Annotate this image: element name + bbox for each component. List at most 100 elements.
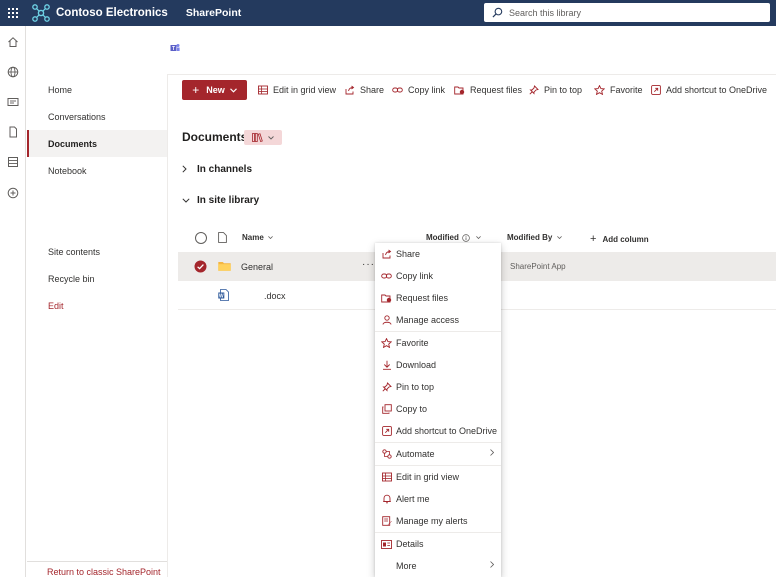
globe-icon[interactable] [6,65,20,79]
pin-to-top-button[interactable]: Pin to top [529,83,582,97]
chevron-down-icon [268,135,274,140]
copy-icon [381,404,392,415]
menu-item-alert-me[interactable]: Alert me [375,488,501,510]
teams-icon[interactable]: T [170,43,180,53]
nav-item-conversations[interactable]: Conversations [27,103,167,130]
file-icon[interactable] [6,125,20,139]
list-icon[interactable] [6,155,20,169]
file-type-icon[interactable] [218,232,227,243]
favorite-button[interactable]: Favorite [594,83,643,97]
suite-bar: Contoso Electronics SharePoint [0,0,776,26]
add-icon[interactable] [6,186,20,200]
menu-item-request-files[interactable]: Request files [375,287,501,309]
add-column-label: Add column [602,234,649,244]
menu-item-label: Copy link [396,271,434,281]
return-classic-link[interactable]: Return to classic SharePoint [27,561,167,577]
menu-item-label: Manage my alerts [396,516,468,526]
edit-grid-view-button[interactable]: Edit in grid view [258,83,336,97]
menu-item-download[interactable]: Download [375,354,501,376]
nav-item-documents[interactable]: Documents [27,130,167,157]
search-box[interactable] [484,3,770,22]
select-all-checkbox[interactable] [195,232,207,244]
menu-item-label: Share [396,249,421,259]
bell-icon [381,494,392,505]
menu-item-spacer [381,561,392,572]
chevron-down-icon [557,236,563,239]
library-icon [252,133,263,142]
app-name[interactable]: SharePoint [186,7,241,19]
star-icon [381,338,392,349]
nav-item-notebook[interactable]: Notebook [27,157,167,184]
share-label: Share [360,85,385,95]
link-icon [392,87,403,93]
menu-item-add-shortcut[interactable]: Add shortcut to OneDrive [375,420,501,442]
edit-grid-view-label: Edit in grid view [273,85,337,95]
nav-edit-link[interactable]: Edit [27,292,167,319]
request-files-button[interactable]: Request files [454,83,522,97]
download-icon [381,360,392,371]
chevron-down-icon [476,236,481,239]
view-switcher[interactable] [244,130,282,145]
menu-item-automate[interactable]: Automate [375,443,501,465]
home-icon[interactable] [6,35,20,49]
add-shortcut-button[interactable]: Add shortcut to OneDrive [651,83,767,97]
pin-icon [381,382,392,393]
row-name[interactable]: General [241,262,273,272]
menu-item-manage-alerts[interactable]: Manage my alerts [375,510,501,532]
row-modified-by: SharePoint App [510,262,566,271]
row-selected-check-icon[interactable] [194,260,207,273]
brand-name[interactable]: Contoso Electronics [56,7,168,19]
chevron-right-icon [182,165,187,173]
group-label: In site library [197,194,260,206]
column-header-name[interactable]: Name [242,233,273,242]
nav-item-site-contents[interactable]: Site contents [27,238,167,265]
automate-icon [381,449,392,460]
menu-item-edit-grid-view[interactable]: Edit in grid view [375,466,501,488]
new-button-label: New [206,85,225,95]
column-header-modified-by[interactable]: Modified By [507,233,563,242]
news-icon[interactable] [6,95,20,109]
more-actions-icon[interactable]: ··· [362,259,375,270]
plus-icon: + [590,233,597,245]
group-header-in-site-library[interactable]: In site library [182,192,259,208]
app-launcher-icon[interactable] [0,0,26,26]
folder-icon [218,262,231,271]
person-icon [381,315,392,326]
nav-item-recycle-bin[interactable]: Recycle bin [27,265,167,292]
grid-icon [381,472,392,483]
star-icon [594,85,605,95]
menu-item-pin-to-top[interactable]: Pin to top [375,376,501,398]
menu-item-share[interactable]: Share [375,243,501,265]
menu-item-label: Details [396,539,424,549]
menu-item-favorite[interactable]: Favorite [375,332,501,354]
menu-item-manage-access[interactable]: Manage access [375,309,501,331]
link-icon [381,271,392,282]
add-column-button[interactable]: + Add column [590,233,649,245]
request-files-label: Request files [470,85,523,95]
group-label: In channels [197,163,253,175]
nav-item-home[interactable]: Home [27,76,167,103]
chevron-right-icon [490,449,494,456]
menu-item-copy-link[interactable]: Copy link [375,265,501,287]
favorite-label: Favorite [610,85,643,95]
return-classic-label: Return to classic SharePoint [47,567,161,577]
column-header-modified[interactable]: Modified [426,233,481,242]
share-icon [381,249,392,260]
new-button[interactable]: + New [182,80,247,100]
share-button[interactable]: Share [345,83,384,97]
shortcut-icon [381,426,392,437]
svg-text:W: W [219,293,224,299]
menu-item-more[interactable]: More [375,555,501,577]
row-name[interactable]: .docx [264,291,286,301]
menu-item-label: Copy to [396,404,428,414]
grid-icon [258,85,268,95]
svg-text:T: T [172,46,175,52]
search-input[interactable] [509,7,749,18]
menu-item-details[interactable]: Details [375,533,501,555]
menu-item-label: Request files [396,293,449,303]
copy-link-button[interactable]: Copy link [392,83,445,97]
alerts-icon [381,516,392,527]
contoso-logo-icon [32,4,50,22]
group-header-in-channels[interactable]: In channels [182,161,252,177]
menu-item-copy-to[interactable]: Copy to [375,398,501,420]
